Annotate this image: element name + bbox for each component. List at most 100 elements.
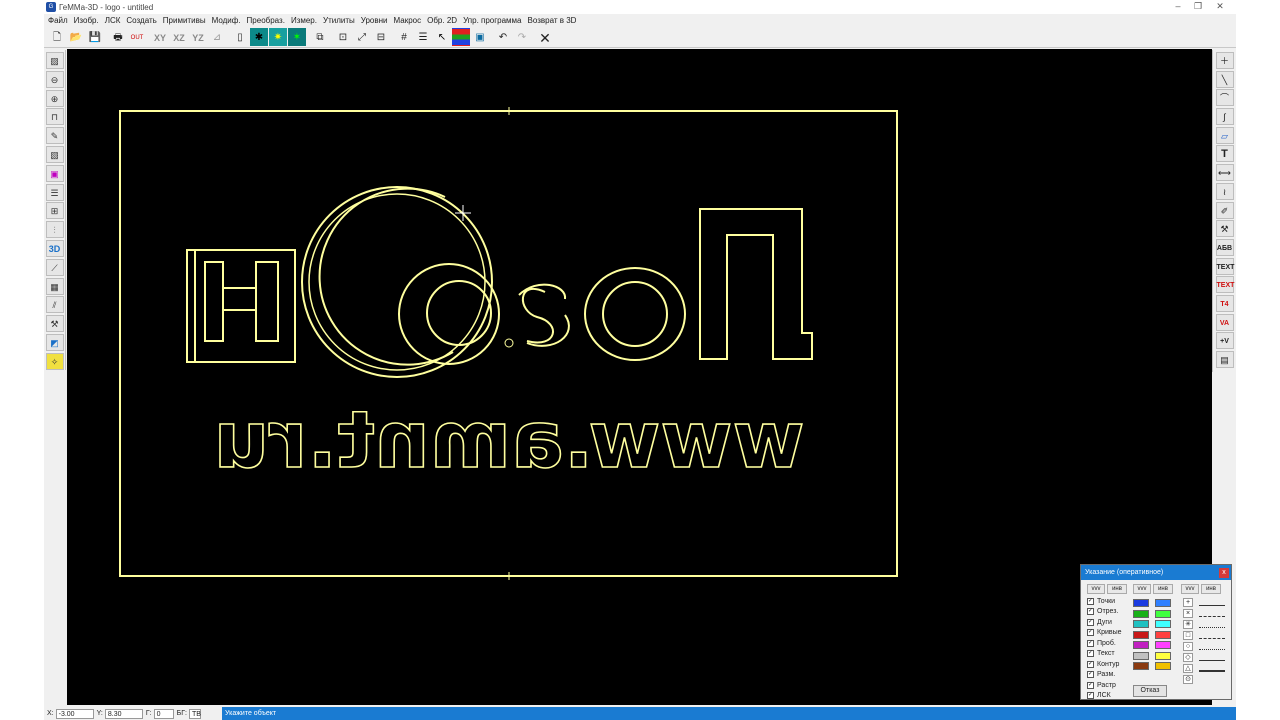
mirrored-website-text[interactable]: www.amnt.ru	[213, 395, 806, 487]
filter-probe[interactable]: ✓ Проб.	[1087, 638, 1116, 648]
minimize-icon[interactable]: –	[1168, 0, 1188, 14]
filter-dimensions[interactable]: ✓ Разм.	[1087, 670, 1115, 680]
axis-view-icon[interactable]: ⊿	[208, 28, 226, 46]
curve-icon[interactable]: ≀	[1215, 182, 1234, 200]
slope-hatch-icon[interactable]: ⫽	[45, 296, 64, 314]
logo-letter-o2-inner[interactable]	[602, 281, 668, 347]
color-swatch[interactable]	[1155, 609, 1171, 618]
menu-macro[interactable]: Макрос	[394, 16, 422, 25]
line-icon[interactable]: ╲	[1215, 70, 1234, 88]
menu-primitives[interactable]: Примитивы	[163, 16, 206, 25]
frame-rectangle[interactable]	[119, 110, 898, 577]
checkbox-icon[interactable]: ✓	[1087, 681, 1094, 689]
point-symbol-plus-icon[interactable]: +	[1183, 598, 1193, 607]
menu-create[interactable]: Создать	[126, 16, 156, 25]
line-style-solid[interactable]	[1199, 597, 1225, 606]
view-3d-button[interactable]: 3D	[45, 239, 64, 257]
point-plus-icon[interactable]: ＋	[1215, 52, 1234, 69]
table-icon[interactable]: ⊞	[45, 202, 64, 220]
pointer-help-icon[interactable]: ↖	[433, 28, 451, 46]
color-swatch[interactable]	[1133, 599, 1149, 607]
color-swatch[interactable]	[1155, 620, 1171, 628]
filter-segments[interactable]: ✓ Отрез.	[1087, 607, 1118, 617]
plus-v-button[interactable]: +V	[1215, 332, 1234, 350]
hdr-vvv-1[interactable]: vvv	[1087, 584, 1105, 594]
layers-icon[interactable]: ⧉	[311, 28, 329, 46]
extrude-icon[interactable]: ⫶	[45, 221, 64, 239]
checkbox-icon[interactable]: ✓	[1087, 618, 1094, 626]
line-style-thick[interactable]	[1199, 663, 1225, 672]
line-style-thin[interactable]	[1199, 652, 1225, 661]
restore-icon[interactable]: ❐	[1188, 0, 1208, 14]
hdr-inv-2[interactable]: инв	[1153, 584, 1173, 594]
print-icon[interactable]: 🖶	[109, 28, 127, 46]
color-swatch[interactable]	[1155, 641, 1171, 649]
grid-pattern-icon[interactable]: ▦	[45, 277, 64, 295]
save-icon[interactable]: 💾	[86, 28, 104, 46]
logo-letter-o-outer[interactable]	[398, 263, 500, 365]
output-icon[interactable]: OUT	[128, 28, 146, 46]
view-xy-button[interactable]: XY	[151, 28, 169, 46]
x-value[interactable]: -3.00	[55, 708, 94, 719]
notepad-icon[interactable]: ▤	[1215, 351, 1234, 368]
menu-image[interactable]: Изобр.	[74, 16, 99, 25]
va-button[interactable]: VA	[1215, 313, 1234, 331]
color-swatch[interactable]	[1133, 651, 1149, 660]
checkbox-icon[interactable]: ✓	[1087, 639, 1094, 647]
zoom-window-icon[interactable]: ⊡	[334, 28, 352, 46]
color-bars-icon[interactable]	[452, 28, 470, 46]
color-swatch[interactable]	[1133, 662, 1149, 670]
menu-lsk[interactable]: ЛСК	[105, 16, 121, 25]
point-symbol-star-icon[interactable]: ✳	[1183, 620, 1193, 629]
monitor-icon[interactable]: ▣	[471, 28, 489, 46]
filter-raster[interactable]: ✓ Растр	[1087, 680, 1116, 690]
logo-letter-s[interactable]	[518, 283, 570, 347]
menu-levels[interactable]: Уровни	[361, 16, 388, 25]
text-tool-icon[interactable]: T	[1215, 145, 1234, 163]
filter-arcs[interactable]: ✓ Дуги	[1087, 617, 1112, 627]
cancel-button[interactable]: Отказ	[1133, 685, 1167, 697]
point-symbol-circle-icon[interactable]: ○	[1183, 642, 1193, 651]
hatch-icon[interactable]: ▨	[45, 52, 64, 69]
checkbox-icon[interactable]: ✓	[1087, 597, 1094, 605]
menu-transform[interactable]: Преобраз.	[247, 16, 285, 25]
dimension-icon[interactable]: ⊓	[45, 108, 64, 126]
render-shade-icon[interactable]: ✶	[288, 28, 306, 46]
logo-letter-l[interactable]	[699, 208, 813, 360]
view-xz-button[interactable]: XZ	[170, 28, 188, 46]
menu-control-program[interactable]: Упр. программа	[463, 16, 521, 25]
line-style-fine-dot[interactable]	[1199, 641, 1225, 650]
filter-contour[interactable]: ✓ Контур	[1087, 659, 1119, 669]
t4-button[interactable]: T4	[1215, 294, 1234, 312]
menu-process-2d[interactable]: Обр. 2D	[427, 16, 457, 25]
blue-tool-icon[interactable]: ◩	[45, 333, 64, 351]
checkbox-icon[interactable]: ✓	[1087, 608, 1094, 615]
text-bold-button[interactable]: TEXT	[1215, 257, 1234, 275]
yellow-tool-icon[interactable]: ✧	[45, 352, 64, 370]
menu-utilities[interactable]: Утилиты	[323, 16, 355, 25]
color-swatch[interactable]	[1155, 599, 1171, 607]
logo-letter-h[interactable]	[186, 249, 296, 363]
tool-icon[interactable]: ⚒	[45, 315, 64, 333]
filter-curves[interactable]: ✓ Кривые	[1087, 628, 1122, 638]
point-symbol-square-icon[interactable]: □	[1183, 631, 1193, 640]
filter-points[interactable]: ✓ Точки	[1087, 596, 1115, 606]
filter-lsk[interactable]: ✓ ЛСК	[1087, 691, 1111, 701]
hammer-icon[interactable]: ⚒	[1215, 220, 1234, 238]
arc-icon[interactable]: ⌒	[1215, 89, 1234, 107]
color-swatch[interactable]	[1155, 651, 1171, 660]
view-yz-button[interactable]: YZ	[189, 28, 207, 46]
point-symbol-diamond-icon[interactable]: ◇	[1183, 653, 1193, 662]
point-symbol-x-icon[interactable]: ×	[1183, 609, 1193, 618]
checkbox-icon[interactable]: ✓	[1087, 629, 1094, 636]
checkbox-icon[interactable]: ✓	[1087, 671, 1094, 678]
point-symbol-triangle-icon[interactable]: △	[1183, 664, 1193, 673]
abc-button[interactable]: АБВ	[1215, 238, 1234, 256]
text-red-button[interactable]: TEXT	[1215, 276, 1234, 294]
redo-icon[interactable]: ↷	[513, 28, 531, 46]
line-style-dash-dot[interactable]	[1199, 630, 1225, 639]
open-folder-icon[interactable]: 📂	[67, 28, 85, 46]
logo-letter-o-inner[interactable]	[426, 280, 492, 346]
hdr-vvv-2[interactable]: vvv	[1133, 584, 1151, 594]
menu-file[interactable]: Файл	[48, 16, 68, 25]
